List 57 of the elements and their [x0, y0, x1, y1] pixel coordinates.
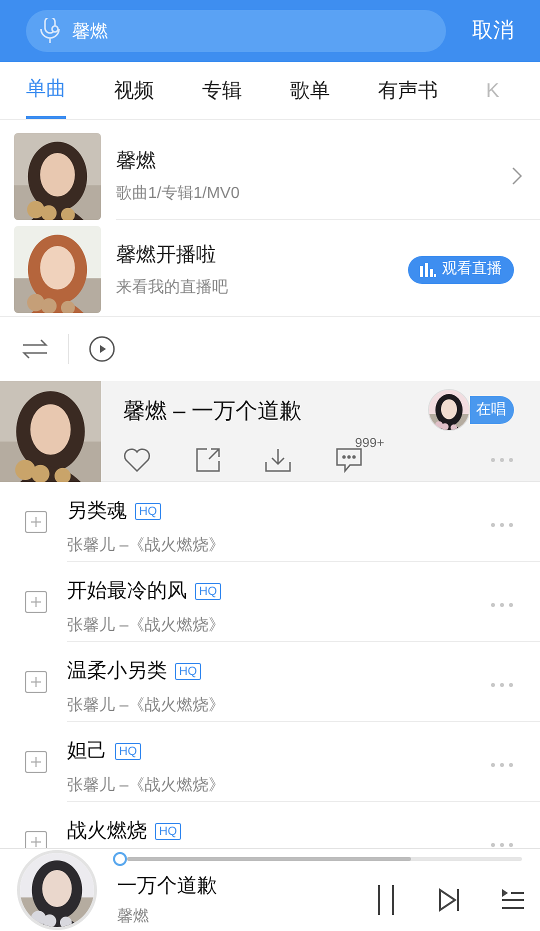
search-field[interactable]: 馨燃 [26, 10, 446, 52]
hq-badge: HQ [155, 822, 181, 840]
add-icon[interactable] [25, 591, 47, 613]
song-title: 妲己 [67, 739, 107, 764]
player-song-title: 一万个道歉 [117, 874, 218, 898]
more-icon[interactable] [490, 602, 514, 608]
tab[interactable]: 有声书 [378, 62, 438, 119]
current-song-title: 馨燃 – 一万个道歉 [123, 396, 302, 424]
song-subtitle: 张馨儿 –《战火燃烧》 [67, 776, 226, 796]
more-icon[interactable] [490, 842, 514, 848]
player-artist: 馨燃 [117, 906, 150, 926]
song-title: 另类魂 [67, 499, 127, 524]
search-query: 馨燃 [72, 20, 108, 42]
song-title: 开始最冷的风 [67, 579, 187, 604]
heart-icon[interactable] [123, 447, 151, 473]
playlist-icon[interactable] [502, 888, 524, 910]
song-subtitle: 张馨儿 –《战火燃烧》 [67, 536, 226, 556]
add-icon[interactable] [25, 751, 47, 773]
add-icon[interactable] [25, 671, 47, 693]
tab[interactable]: 单曲 [26, 62, 66, 119]
live-title: 馨燃开播啦 [116, 242, 217, 268]
add-icon[interactable] [25, 831, 47, 848]
next-icon[interactable] [438, 888, 460, 912]
share-icon[interactable] [195, 447, 221, 473]
live-subtitle: 来看我的直播吧 [116, 278, 229, 298]
hq-badge: HQ [115, 742, 141, 760]
download-icon[interactable] [265, 448, 291, 472]
more-icon[interactable] [490, 682, 514, 688]
shuffle-icon[interactable] [22, 338, 48, 360]
microphone-icon[interactable] [38, 18, 62, 44]
comment-count: 999+ [355, 434, 384, 452]
pause-icon[interactable] [376, 884, 396, 914]
song-title: 战火燃烧 [67, 819, 147, 844]
artist-stats: 歌曲1/专辑1/MV0 [116, 184, 241, 204]
singing-badge[interactable]: 在唱 [470, 396, 514, 424]
add-icon[interactable] [25, 511, 47, 533]
hq-badge: HQ [195, 582, 221, 600]
watch-live-button[interactable]: 观看直播 [408, 256, 514, 284]
comment-icon[interactable] [335, 447, 363, 473]
hq-badge: HQ [175, 662, 201, 680]
tab[interactable]: 歌单 [290, 62, 330, 119]
more-icon[interactable] [490, 457, 514, 463]
play-icon[interactable] [89, 336, 115, 362]
song-subtitle: 张馨儿 –《战火燃烧》 [67, 696, 226, 716]
hq-badge: HQ [135, 502, 161, 520]
tab[interactable]: 专辑 [202, 62, 242, 119]
bars-icon [420, 262, 436, 276]
chevron-right-icon[interactable] [512, 167, 522, 185]
progress-thumb[interactable] [113, 852, 127, 866]
tab[interactable]: K [486, 62, 500, 119]
more-icon[interactable] [490, 522, 514, 528]
song-subtitle: 张馨儿 –《战火燃烧》 [67, 616, 226, 636]
song-title: 温柔小另类 [67, 659, 167, 684]
tab[interactable]: 视频 [114, 62, 154, 119]
cancel-button[interactable]: 取消 [472, 15, 514, 47]
more-icon[interactable] [490, 762, 514, 768]
artist-name: 馨燃 [116, 149, 157, 174]
